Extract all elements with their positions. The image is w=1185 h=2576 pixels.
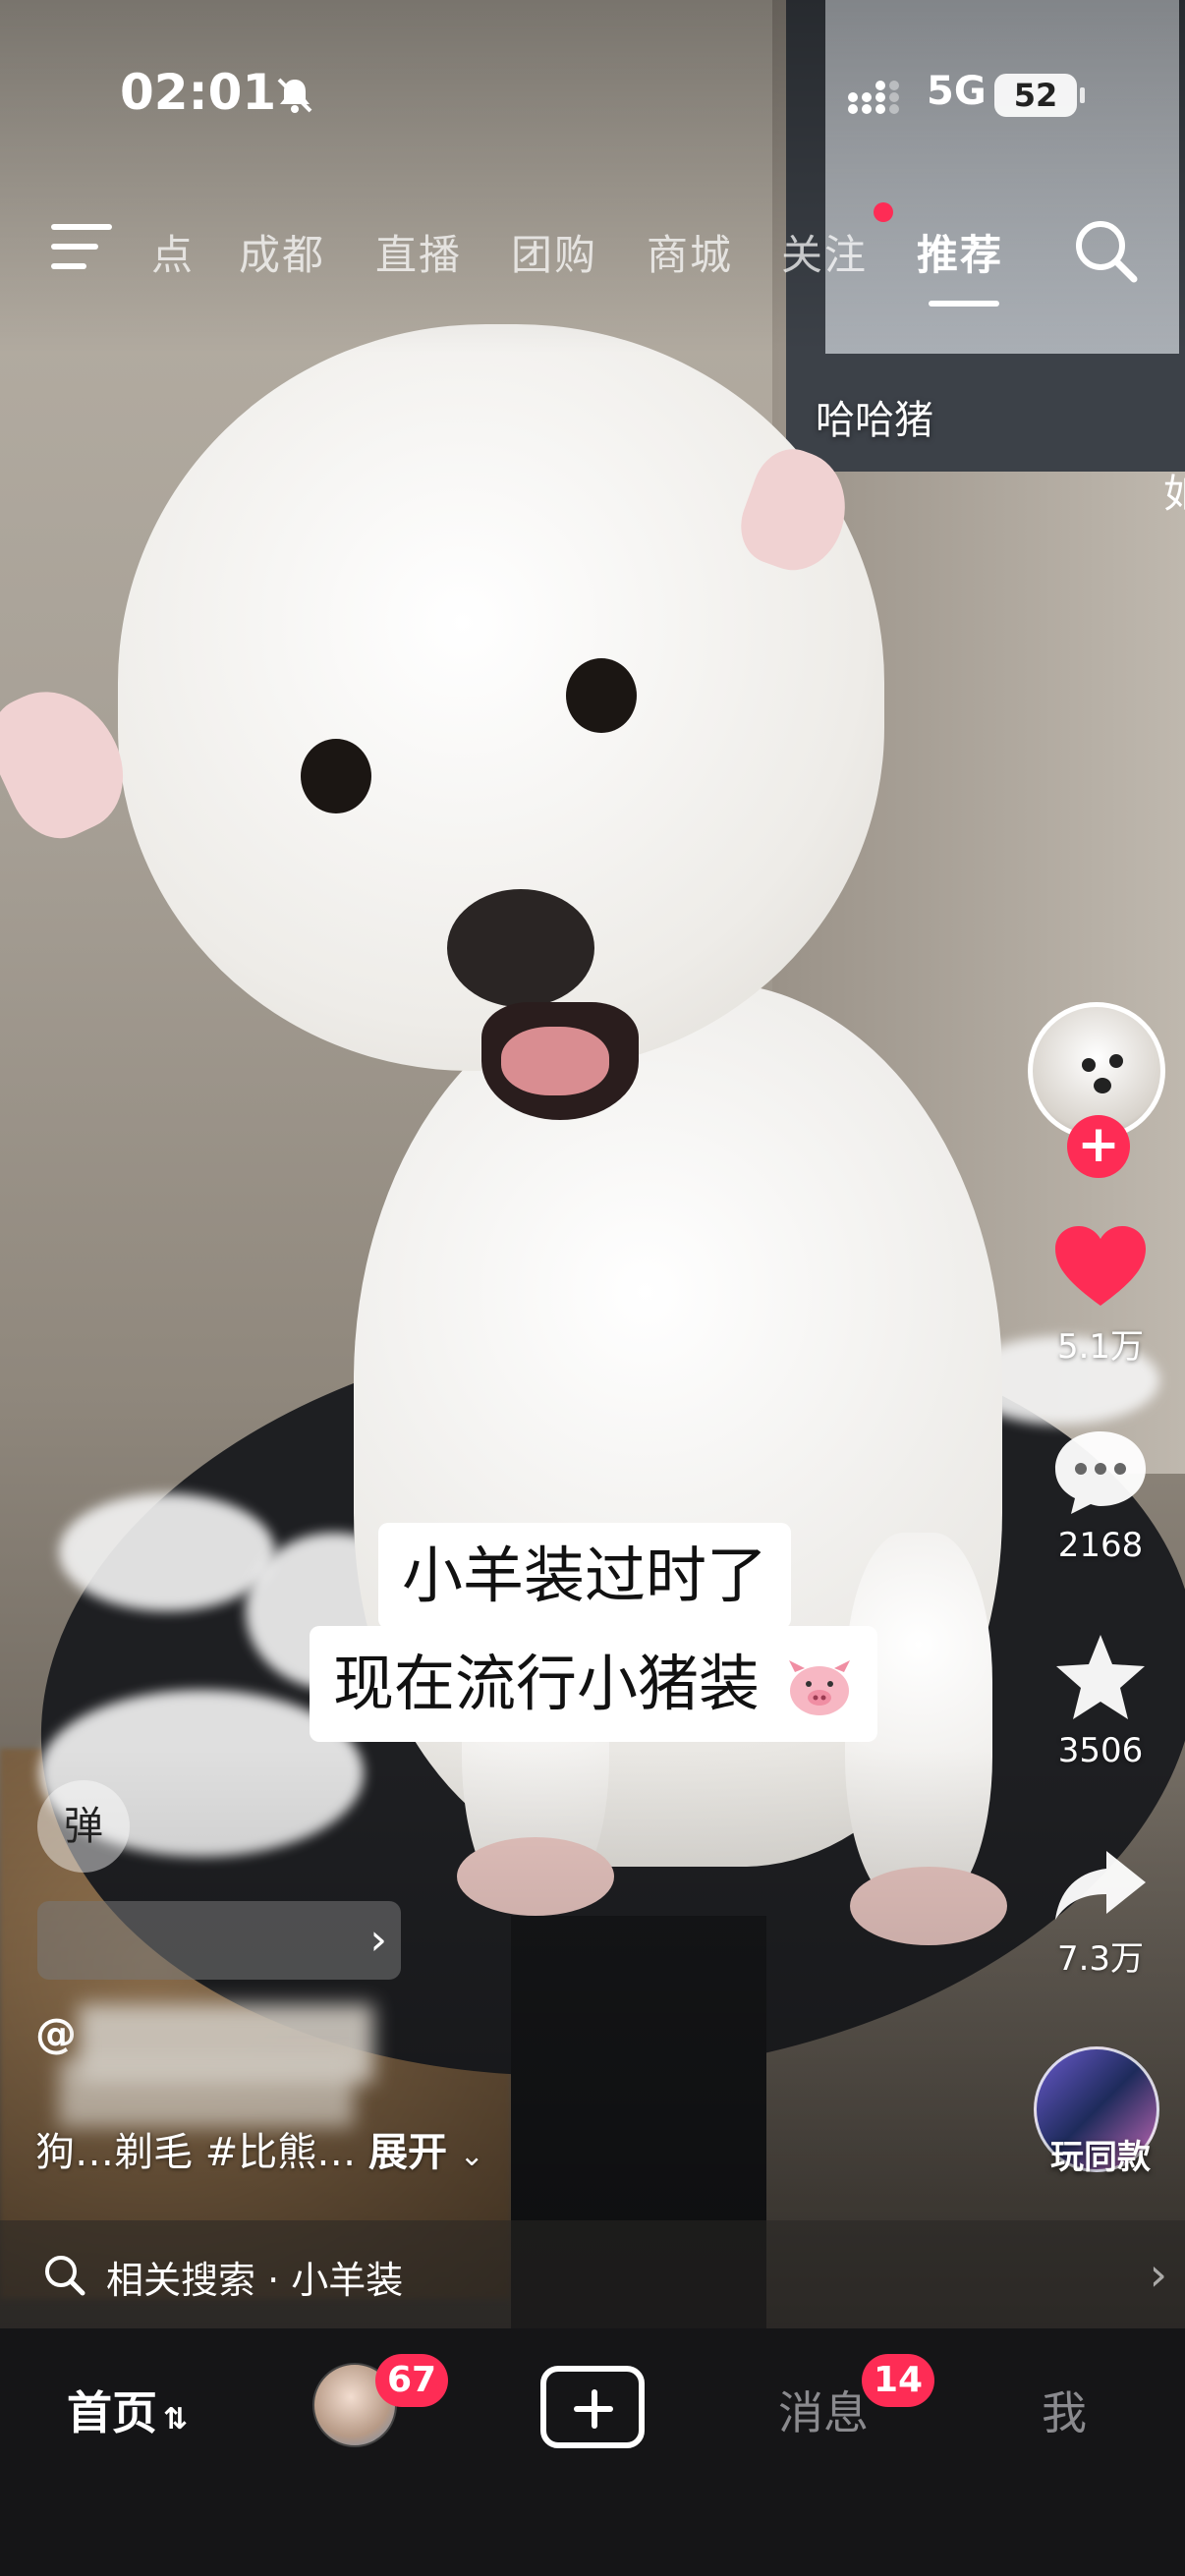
pixelated-block <box>59 2058 354 2127</box>
comment-bubble-icon <box>1055 1431 1146 1514</box>
dog-eye <box>301 739 371 813</box>
caption-text-line2: 现在流行小猪装 <box>333 1648 761 1719</box>
expand-link[interactable]: 展开 <box>368 2130 447 2175</box>
network-type: 5G <box>927 69 987 114</box>
description-text: 狗…剃毛 #比熊… 展开 ⌄ <box>35 2120 484 2177</box>
comment-count: 2168 <box>1057 1526 1144 1565</box>
caption-text-line1: 小羊装过时了 <box>402 1540 768 1611</box>
top-shade <box>0 0 1185 354</box>
tab-recommended[interactable]: 推荐 <box>917 222 1003 282</box>
like-button[interactable]: 5.1万 <box>1042 1223 1159 1368</box>
top-navigation: 点 成都 直播 团购 商城 关注 推荐 <box>0 214 1185 307</box>
chevron-right-icon: › <box>1149 2248 1167 2301</box>
status-bar: 02:01 5G 52 <box>0 54 1185 133</box>
share-arrow-icon <box>1055 1851 1146 1920</box>
signal-strength-icon <box>848 81 899 114</box>
chevron-down-icon: ⌄ <box>459 2139 484 2173</box>
related-search-text: 相关搜索 · 小羊装 <box>106 2259 404 2302</box>
tab-following[interactable]: 关注 <box>781 222 868 282</box>
author-handle[interactable]: @ <box>35 2009 77 2057</box>
tab-live[interactable]: 直播 <box>375 222 462 282</box>
search-icon <box>45 2256 85 2296</box>
messages-badge: 14 <box>862 2354 935 2407</box>
heart-icon <box>1055 1226 1146 1306</box>
share-button[interactable]: 7.3万 <box>1042 1845 1159 1980</box>
comment-button[interactable]: 2168 <box>1042 1428 1159 1565</box>
danmu-label: 弹 <box>64 1804 103 1849</box>
tab-me[interactable]: 我 <box>1042 2378 1087 2442</box>
dog-eye <box>566 658 637 733</box>
favorite-button[interactable]: 3506 <box>1042 1631 1159 1770</box>
author-prefix: @ <box>35 2009 77 2057</box>
douyin-feed-screen: 02:01 5G 52 点 成都 直播 团购 商城 关注 推荐 哈哈猪 如 小羊… <box>0 0 1185 2576</box>
pig-face-icon <box>788 1659 850 1715</box>
friends-badge: 67 <box>375 2354 449 2407</box>
same-style-label[interactable]: 玩同款 <box>1042 2130 1159 2178</box>
danmu-input[interactable]: › <box>37 1901 401 1980</box>
mute-bell-icon <box>277 78 312 113</box>
tab-home-label: 首页 <box>67 2386 157 2439</box>
swap-icon: ⇅ <box>163 2402 189 2436</box>
danmu-toggle-button[interactable]: 弹 <box>37 1780 130 1873</box>
video-edge-tag: 如 <box>1163 472 1185 517</box>
tab-nearby[interactable]: 点 <box>151 222 195 282</box>
star-icon <box>1056 1635 1145 1719</box>
status-time: 02:01 <box>120 64 277 121</box>
tab-group-buy[interactable]: 团购 <box>511 222 597 282</box>
chevron-right-icon: › <box>369 1915 387 1965</box>
fur-clump <box>59 1493 275 1611</box>
battery-indicator: 52 <box>994 74 1085 117</box>
tab-messages[interactable]: 消息 <box>778 2378 869 2442</box>
description-body: 狗…剃毛 #比熊… <box>35 2130 357 2175</box>
search-icon[interactable] <box>1071 216 1140 285</box>
dog-tongue <box>501 1027 609 1095</box>
follow-plus-button[interactable]: + <box>1067 1115 1130 1178</box>
video-tag-label: 哈哈猪 <box>816 398 933 443</box>
create-video-button[interactable] <box>540 2366 645 2448</box>
favorite-count: 3506 <box>1057 1731 1144 1770</box>
following-notification-dot <box>874 202 893 222</box>
caption-sticker-line1: 小羊装过时了 <box>378 1523 792 1629</box>
like-count: 5.1万 <box>1056 1327 1145 1367</box>
menu-icon[interactable] <box>51 224 112 271</box>
related-search-bar[interactable]: 相关搜索 · 小羊装 › <box>0 2220 1185 2328</box>
tab-mall[interactable]: 商城 <box>647 222 733 282</box>
tab-home[interactable]: 首页 ⇅ <box>67 2378 188 2442</box>
active-tab-indicator <box>929 301 999 307</box>
bottom-tab-bar: 首页 ⇅ 67 消息 14 我 <box>0 2328 1185 2576</box>
tab-chengdu[interactable]: 成都 <box>239 222 325 282</box>
video-description[interactable]: 狗…剃毛 #比熊… 展开 ⌄ <box>35 2120 1018 2179</box>
dog-nose <box>447 889 594 1007</box>
caption-sticker-line2: 现在流行小猪装 <box>310 1626 877 1742</box>
share-count: 7.3万 <box>1056 1939 1145 1979</box>
